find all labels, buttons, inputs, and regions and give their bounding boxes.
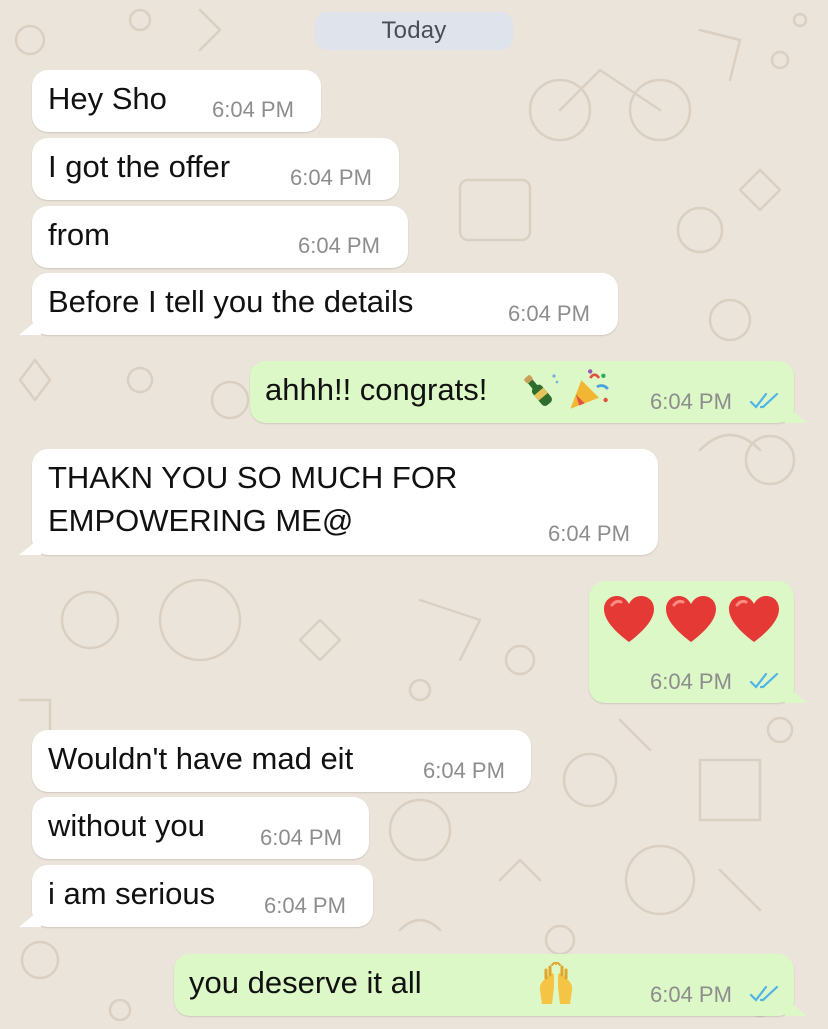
message-incoming[interactable]: THAKN YOU SO MUCH FOR EMPOWERING ME@ 6:0…	[32, 449, 658, 555]
message-text: you deserve it all	[189, 965, 422, 1000]
message-text-line: THAKN YOU SO MUCH FOR	[48, 460, 458, 495]
message-text: Before I tell you the details	[48, 284, 414, 319]
message-text: Hey Sho	[48, 81, 167, 116]
message-time: 6:04 PM	[650, 669, 732, 694]
message-text-line: EMPOWERING ME@	[48, 503, 354, 538]
message-time: 6:04 PM	[298, 233, 380, 258]
read-receipt-icon	[749, 985, 779, 1002]
message-time: 6:04 PM	[650, 389, 732, 414]
read-receipt-icon	[749, 392, 779, 409]
message-time: 6:04 PM	[290, 165, 372, 190]
date-separator-label: Today	[381, 17, 447, 44]
message-time: 6:04 PM	[260, 825, 342, 850]
message-outgoing[interactable]: you deserve it all 6:04 PM	[174, 954, 794, 1016]
message-time: 6:04 PM	[508, 301, 590, 326]
read-receipt-icon	[749, 672, 779, 689]
message-time: 6:04 PM	[548, 521, 630, 546]
party-popper-icon	[570, 369, 609, 409]
red-heart-icon	[666, 596, 716, 642]
message-incoming[interactable]: without you 6:04 PM	[32, 797, 369, 859]
message-text: Wouldn't have mad eit	[48, 741, 354, 776]
message-time: 6:04 PM	[650, 982, 732, 1007]
message-time: 6:04 PM	[423, 758, 505, 783]
message-text: from	[48, 217, 110, 252]
message-text: ahhh!! congrats!	[265, 372, 488, 407]
message-incoming[interactable]: from 6:04 PM	[32, 206, 408, 268]
message-incoming[interactable]: Wouldn't have mad eit 6:04 PM	[32, 730, 531, 792]
raising-hands-icon	[539, 962, 573, 1004]
message-text: i am serious	[48, 876, 216, 911]
message-incoming[interactable]: I got the offer 6:04 PM	[32, 138, 399, 200]
message-time: 6:04 PM	[264, 893, 346, 918]
date-separator: Today	[315, 12, 513, 50]
red-heart-icon	[729, 596, 779, 642]
message-incoming[interactable]: Hey Sho 6:04 PM	[32, 70, 321, 132]
message-outgoing[interactable]: ahhh!! congrats! 6:04 PM	[250, 361, 794, 423]
message-incoming[interactable]: Before I tell you the details 6:04 PM	[32, 273, 618, 335]
message-incoming[interactable]: i am serious 6:04 PM	[32, 865, 373, 927]
bottle-with-popping-cork-icon	[524, 374, 559, 406]
message-text: without you	[48, 808, 205, 843]
message-time: 6:04 PM	[212, 97, 294, 122]
message-outgoing[interactable]: 6:04 PM	[589, 581, 794, 703]
red-heart-icon	[604, 596, 654, 642]
message-text: I got the offer	[48, 149, 231, 184]
